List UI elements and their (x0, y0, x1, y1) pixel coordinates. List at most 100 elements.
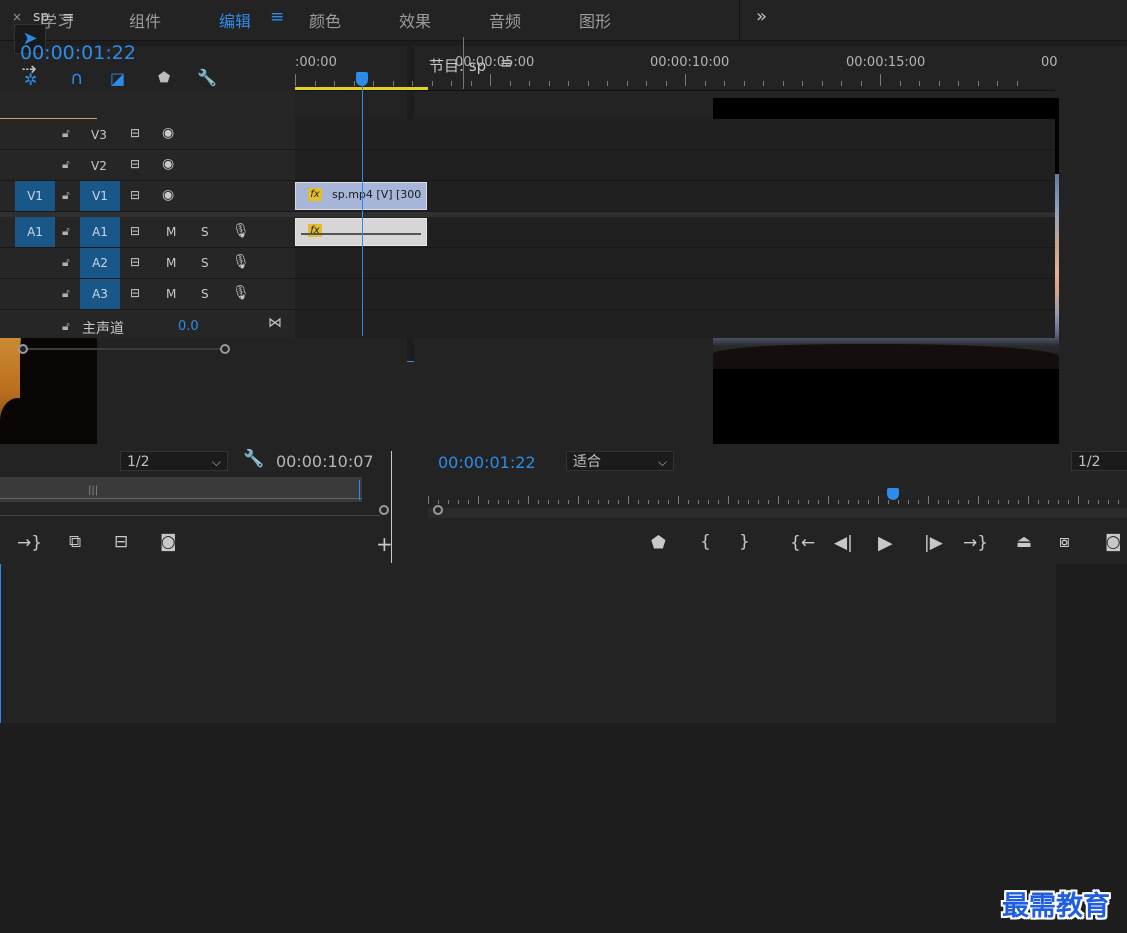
track-content[interactable] (295, 279, 1055, 309)
step-back-icon[interactable]: ◀| (834, 533, 853, 553)
linked-selection-icon[interactable]: ◪ (110, 69, 125, 88)
extract-icon[interactable]: ⧇ (1059, 532, 1070, 552)
workspace-tab-assembly[interactable]: 组件 (129, 8, 161, 32)
mute-button[interactable]: M (166, 287, 176, 301)
source-patch-a1[interactable]: A1 (15, 217, 55, 247)
scroll-handle[interactable] (220, 344, 230, 354)
track-content[interactable] (295, 248, 1055, 278)
mute-button[interactable]: M (166, 225, 176, 239)
lock-icon[interactable]: 🔓︎ (62, 188, 70, 203)
wrench-icon[interactable]: 🔧 (243, 449, 264, 469)
track-name[interactable]: V2 (91, 159, 107, 173)
bowtie-icon[interactable]: ⋈ (268, 315, 282, 331)
lock-icon[interactable]: 🔓︎ (62, 126, 70, 141)
go-to-out-icon[interactable]: →} (17, 533, 42, 553)
solo-button[interactable]: S (201, 256, 209, 270)
ruler-tick (373, 81, 374, 86)
track-target-a3[interactable]: A3 (80, 279, 120, 309)
lock-icon[interactable]: 🔓︎ (62, 319, 70, 334)
lock-icon[interactable]: 🔓︎ (62, 224, 70, 239)
sync-lock-icon[interactable]: ⊟ (130, 157, 140, 171)
program-playhead[interactable] (887, 488, 899, 500)
fit-select[interactable]: 适合 ⌵ (566, 451, 674, 471)
program-time-ruler[interactable] (428, 486, 1119, 504)
microphone-icon[interactable]: 🎙︎ (232, 285, 250, 301)
overwrite-icon[interactable]: ⊟ (114, 532, 128, 552)
microphone-icon[interactable]: 🎙︎ (232, 254, 250, 270)
scroll-handle[interactable] (379, 505, 389, 515)
scroll-handle[interactable] (18, 344, 28, 354)
microphone-icon[interactable]: 🎙︎ (232, 223, 250, 239)
mute-button[interactable]: M (166, 256, 176, 270)
step-forward-icon[interactable]: |▶ (924, 533, 943, 553)
sync-lock-icon[interactable]: ⊟ (130, 188, 140, 202)
eye-icon[interactable]: ◉ (162, 125, 174, 141)
timeline-ruler[interactable]: :00:00 00:00:05:00 00:00:10:00 00:00:15:… (295, 37, 1058, 90)
ruler-tick (1088, 500, 1089, 504)
source-patch-v1[interactable]: V1 (15, 181, 55, 211)
lock-icon[interactable]: 🔓︎ (62, 157, 70, 172)
plus-icon[interactable]: + (376, 532, 393, 556)
program-scroll-track[interactable] (428, 508, 1127, 518)
solo-button[interactable]: S (201, 287, 209, 301)
mark-out-icon[interactable]: } (739, 532, 750, 552)
go-to-out-icon[interactable]: →} (963, 533, 988, 553)
audio-clip[interactable]: fx (295, 218, 427, 246)
ruler-tick (968, 500, 969, 504)
ruler-tick (428, 496, 429, 504)
nest-icon[interactable]: ✲ (24, 70, 37, 89)
track-header: 🔓︎ V2 ⊟ ◉ (0, 150, 295, 180)
eye-icon[interactable]: ◉ (162, 156, 174, 172)
ruler-tick (1048, 500, 1049, 504)
workspace-tab-effects[interactable]: 效果 (399, 8, 431, 32)
source-time-ruler[interactable]: ||| (0, 477, 362, 502)
play-icon[interactable]: ▶ (878, 532, 893, 554)
timeline-zoom-scrollbar[interactable] (18, 344, 230, 354)
workspace-tab-editing[interactable]: 编辑 (219, 8, 251, 32)
master-volume-value[interactable]: 0.0 (178, 319, 199, 334)
program-timecode[interactable]: 00:00:01:22 (438, 453, 536, 472)
hamburger-icon[interactable]: ≡ (270, 7, 284, 27)
sync-lock-icon[interactable]: ⊟ (130, 126, 140, 140)
sequence-tab[interactable]: sp (33, 9, 49, 25)
track-target-a2[interactable]: A2 (80, 248, 120, 278)
ruler-tick (878, 496, 879, 504)
close-icon[interactable]: × (12, 10, 22, 24)
add-marker-icon[interactable]: ⬟ (158, 70, 170, 86)
add-marker-icon[interactable]: ⬟ (651, 533, 666, 553)
sync-lock-icon[interactable]: ⊟ (130, 224, 140, 238)
source-resolution-select[interactable]: 1/2 ⌵ (120, 451, 228, 471)
camera-icon[interactable]: ◙ (160, 532, 177, 552)
ruler-tick (578, 496, 579, 504)
video-clip[interactable]: fx sp.mp4 [V] [300 (295, 182, 427, 210)
workspace-tab-audio[interactable]: 音频 (489, 8, 521, 32)
track-content[interactable] (295, 119, 1055, 149)
timeline-playhead[interactable] (356, 72, 368, 86)
lock-icon[interactable]: 🔓︎ (62, 286, 70, 301)
snap-magnet-icon[interactable]: ∩ (70, 68, 83, 89)
workspace-tab-graphics[interactable]: 图形 (579, 8, 611, 32)
camera-icon[interactable]: ◙ (1105, 532, 1122, 552)
ruler-tick (718, 500, 719, 504)
insert-icon[interactable]: ⧉ (69, 532, 81, 552)
mark-in-icon[interactable]: { (700, 532, 711, 552)
sync-lock-icon[interactable]: ⊟ (130, 255, 140, 269)
lift-icon[interactable]: ⏏ (1016, 532, 1032, 552)
timeline-timecode[interactable]: 00:00:01:22 (20, 42, 136, 64)
ruler-tick (788, 500, 789, 504)
track-content[interactable] (295, 150, 1055, 180)
solo-button[interactable]: S (201, 225, 209, 239)
wrench-icon[interactable]: 🔧 (197, 68, 217, 87)
scroll-handle[interactable] (433, 505, 443, 515)
track-name[interactable]: V3 (91, 128, 107, 142)
hamburger-icon[interactable]: ≡ (62, 8, 75, 26)
track-target-a1[interactable]: A1 (80, 217, 120, 247)
program-resolution-select[interactable]: 1/2 (1071, 451, 1127, 471)
lock-icon[interactable]: 🔓︎ (62, 255, 70, 270)
go-to-in-icon[interactable]: {← (790, 533, 815, 553)
sync-lock-icon[interactable]: ⊟ (130, 286, 140, 300)
eye-icon[interactable]: ◉ (162, 187, 174, 203)
track-target-v1[interactable]: V1 (80, 181, 120, 211)
double-chevron-right-icon[interactable]: » (756, 6, 767, 27)
workspace-tab-color[interactable]: 颜色 (309, 8, 341, 32)
